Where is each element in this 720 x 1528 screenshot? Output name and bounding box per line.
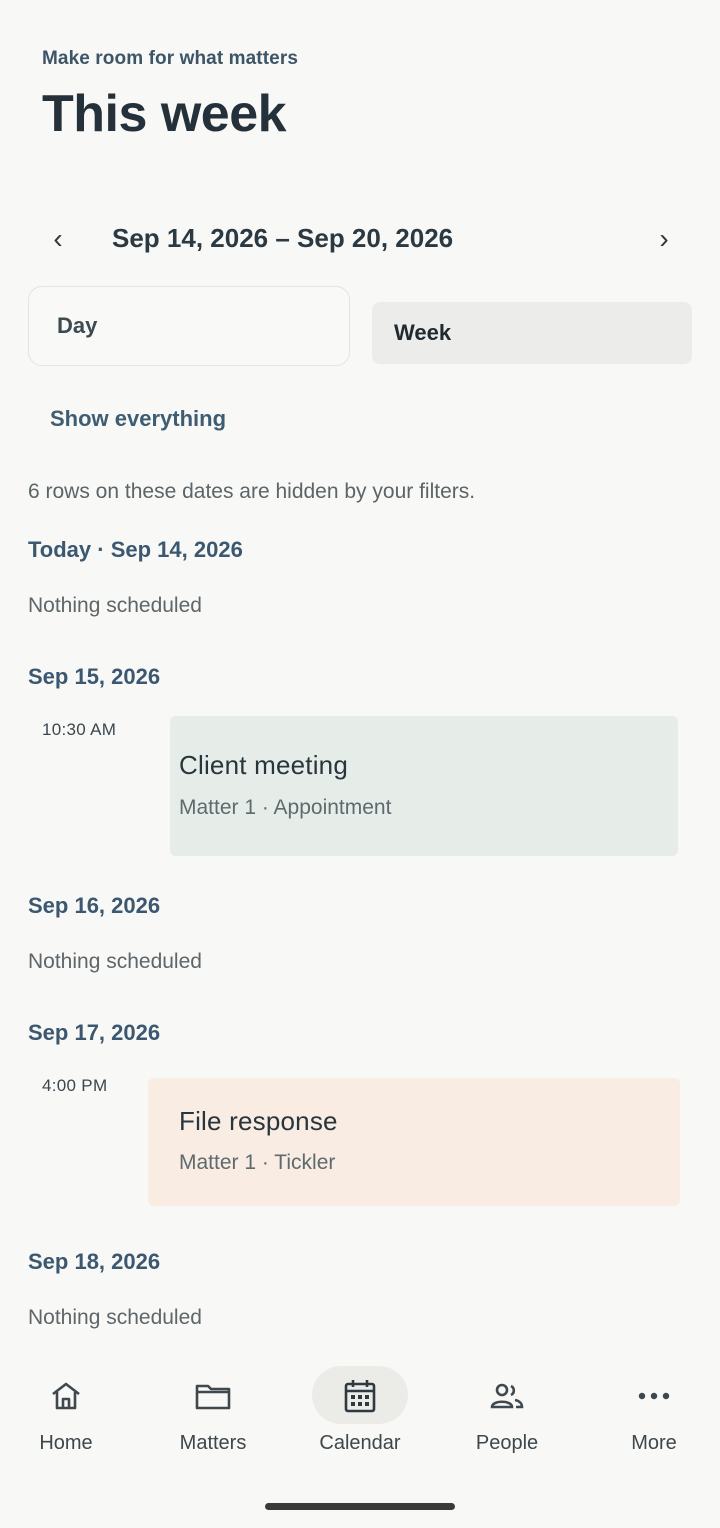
day-view-button[interactable]: Day (28, 286, 350, 366)
people-icon (487, 1378, 527, 1414)
previous-week-button[interactable]: ‹ (36, 216, 80, 262)
nav-label: People (475, 1432, 539, 1454)
empty-day-text: Nothing scheduled (28, 950, 202, 973)
day-heading: Today · Sep 14, 2026 (28, 537, 243, 562)
nav-label: Home (39, 1432, 93, 1454)
hidden-rows-note: 6 rows on these dates are hidden by your… (28, 480, 476, 503)
show-everything-link[interactable]: Show everything (50, 406, 226, 432)
day-heading: Sep 17, 2026 (28, 1020, 161, 1045)
view-toggle: Day Week (28, 286, 692, 370)
date-range-nav: ‹ Sep 14, 2026 – Sep 20, 2026 › (0, 216, 720, 262)
event-title: File response (179, 1106, 338, 1136)
nav-label: Matters (179, 1432, 247, 1454)
folder-icon (193, 1378, 233, 1414)
chevron-left-icon: ‹ (53, 223, 63, 254)
nav-people[interactable]: People (437, 1360, 577, 1470)
day-heading: Sep 15, 2026 (28, 664, 161, 689)
event-meta: Matter 1 · Tickler (179, 1151, 336, 1174)
empty-day-text: Nothing scheduled (28, 594, 202, 617)
bottom-navigation: Home Matters Calendar People More (0, 1360, 720, 1470)
event-time: 10:30 AM (42, 720, 117, 739)
home-indicator[interactable] (265, 1503, 455, 1510)
more-horizontal-icon (634, 1378, 674, 1414)
day-heading: Sep 18, 2026 (28, 1249, 161, 1274)
event-title: Client meeting (179, 750, 348, 780)
page-title: This week (42, 85, 287, 143)
nav-more[interactable]: More (584, 1360, 720, 1470)
event-meta: Matter 1 · Appointment (179, 796, 392, 819)
date-range-label: Sep 14, 2026 – Sep 20, 2026 (112, 223, 454, 253)
day-heading: Sep 16, 2026 (28, 893, 161, 918)
nav-label: Calendar (319, 1432, 401, 1454)
home-icon (46, 1378, 86, 1414)
empty-day-text: Nothing scheduled (28, 1306, 202, 1329)
event-time: 4:00 PM (42, 1076, 108, 1095)
event-card[interactable]: Client meeting Matter 1 · Appointment (170, 716, 678, 856)
nav-home[interactable]: Home (0, 1360, 136, 1470)
next-week-button[interactable]: › (642, 216, 686, 262)
nav-calendar[interactable]: Calendar (290, 1360, 430, 1470)
nav-label: More (631, 1432, 677, 1454)
week-view-button[interactable]: Week (372, 302, 692, 364)
page-subtitle: Make room for what matters (42, 48, 298, 69)
nav-matters[interactable]: Matters (143, 1360, 283, 1470)
event-card[interactable]: File response Matter 1 · Tickler (148, 1078, 680, 1206)
chevron-right-icon: › (659, 223, 669, 254)
calendar-icon (340, 1378, 380, 1414)
